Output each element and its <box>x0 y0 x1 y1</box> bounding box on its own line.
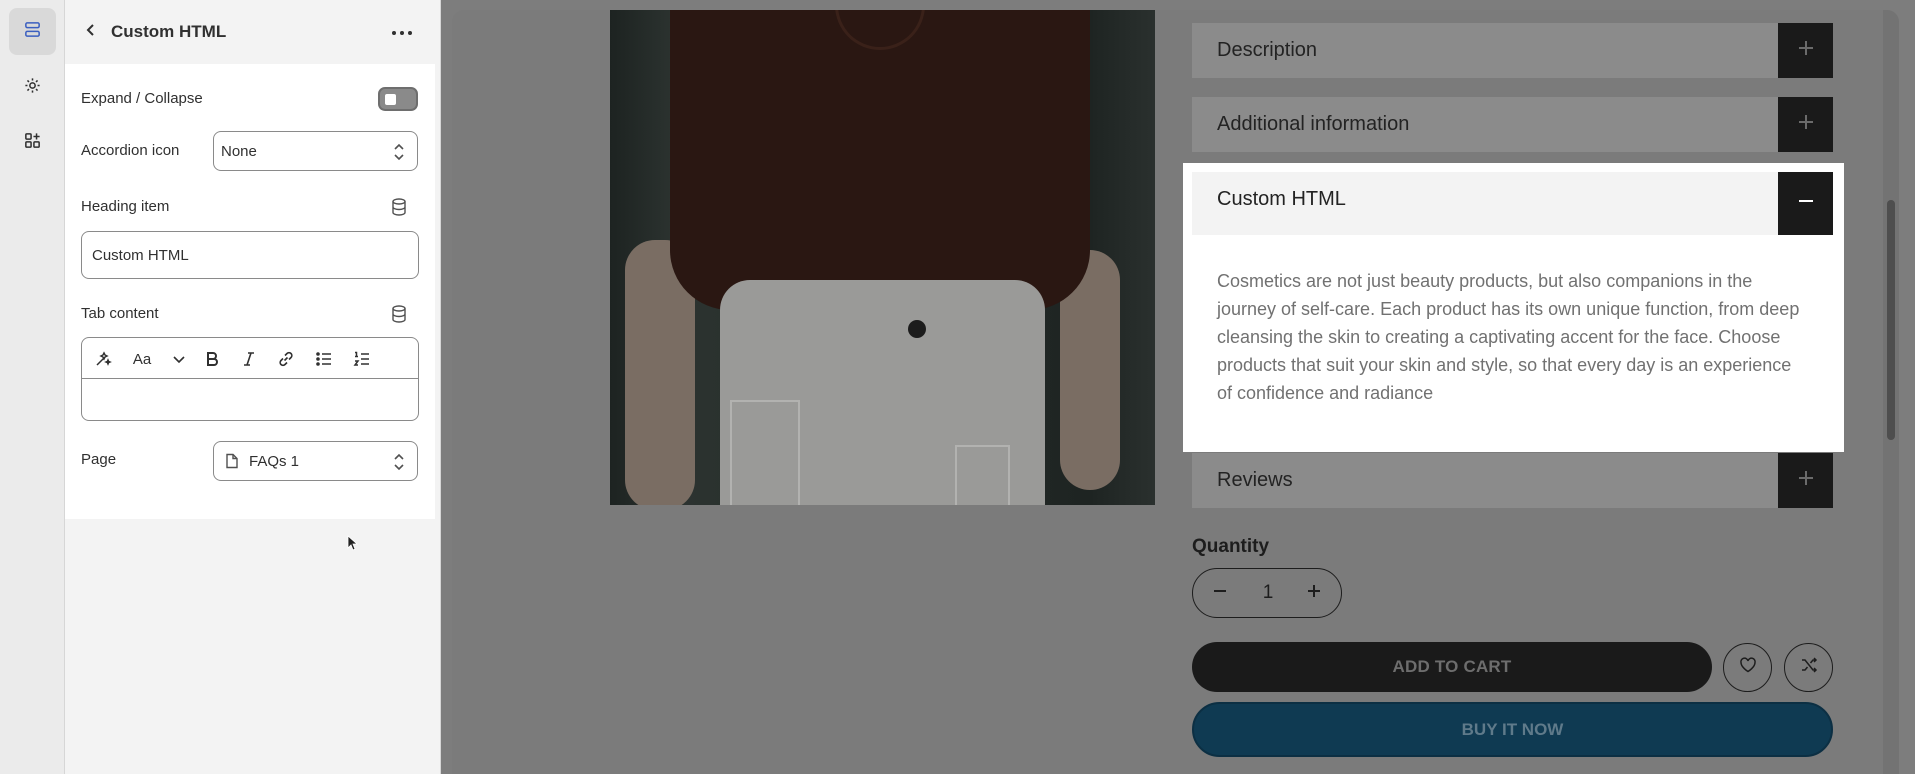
accordion-additional-information[interactable]: Additional information <box>1192 97 1833 152</box>
more-horizontal-icon <box>391 23 413 41</box>
compare-button[interactable] <box>1784 643 1833 692</box>
dynamic-source-icon[interactable] <box>391 305 407 323</box>
font-size-button[interactable]: Aa <box>130 348 154 370</box>
heading-item-input[interactable] <box>81 231 419 279</box>
apps-rail-button[interactable] <box>9 119 56 166</box>
panel-title: Custom HTML <box>111 22 227 41</box>
scrollbar-thumb[interactable] <box>1887 200 1895 440</box>
gear-icon <box>23 76 42 100</box>
numbered-list-icon[interactable] <box>351 348 373 370</box>
settings-rail-button[interactable] <box>9 64 56 111</box>
quantity-stepper: 1 <box>1192 568 1342 618</box>
link-icon[interactable] <box>275 348 297 370</box>
tab-content-label: Tab content <box>81 305 159 322</box>
page-value: FAQs 1 <box>249 452 300 470</box>
sections-rail-button[interactable] <box>9 8 56 55</box>
dynamic-source-icon[interactable] <box>391 198 407 216</box>
quantity-value[interactable]: 1 <box>1253 582 1283 604</box>
editor-toolbar: Aa <box>82 338 418 379</box>
add-to-cart-button[interactable]: ADD TO CART <box>1192 642 1712 692</box>
heart-icon <box>1739 656 1757 679</box>
accordion-title: Custom HTML <box>1217 188 1346 210</box>
collapse-button[interactable] <box>1778 172 1833 235</box>
magic-icon[interactable] <box>92 348 114 370</box>
heading-item-label: Heading item <box>81 198 170 215</box>
accordion-icon-label: Accordion icon <box>81 142 180 159</box>
block-settings-card: Expand / Collapse Accordion icon None He… <box>65 64 435 519</box>
apps-icon <box>23 131 42 155</box>
plus-icon <box>1797 39 1815 62</box>
shuffle-icon <box>1800 656 1818 679</box>
sections-icon <box>23 20 42 44</box>
italic-icon[interactable] <box>238 348 260 370</box>
select-chevron-icon <box>393 452 405 472</box>
preview-scrollbar[interactable] <box>1883 10 1899 774</box>
accordion-description[interactable]: Description <box>1192 23 1833 78</box>
rich-text-editor: Aa <box>81 337 419 421</box>
bullet-list-icon[interactable] <box>313 348 335 370</box>
expand-button[interactable] <box>1778 23 1833 78</box>
page-label: Page <box>81 451 117 468</box>
accordion-icon-select[interactable]: None <box>213 131 418 171</box>
chevron-left-icon <box>84 23 98 42</box>
panel-header: Custom HTML <box>65 0 441 64</box>
more-options-button[interactable] <box>389 20 415 44</box>
expand-button[interactable] <box>1778 97 1833 152</box>
accordion-title: Additional information <box>1217 113 1410 135</box>
accordion-body-text: Cosmetics are not just beauty products, … <box>1217 271 1800 403</box>
expand-button[interactable] <box>1778 453 1833 508</box>
accordion-reviews[interactable]: Reviews <box>1192 453 1833 508</box>
plus-icon <box>1797 113 1815 136</box>
accordion-custom-html: Custom HTML Cosmetics are not just beaut… <box>1183 163 1844 452</box>
storefront-preview: Description Additional information Custo… <box>452 10 1899 774</box>
file-icon <box>225 453 239 469</box>
select-chevron-icon <box>393 142 405 162</box>
mouse-cursor-icon <box>347 535 359 551</box>
minus-icon <box>1212 583 1228 604</box>
buy-now-button[interactable]: BUY IT NOW <box>1192 702 1833 757</box>
expand-collapse-toggle[interactable] <box>378 87 418 111</box>
plus-icon <box>1797 469 1815 492</box>
accordion-icon-value: None <box>221 142 257 160</box>
plus-icon <box>1306 583 1322 604</box>
chevron-down-icon[interactable] <box>168 348 190 370</box>
quantity-label: Quantity <box>1192 536 1270 557</box>
expand-collapse-label: Expand / Collapse <box>81 90 203 107</box>
decrease-quantity-button[interactable] <box>1208 581 1232 605</box>
settings-panel: Custom HTML Expand / Collapse Accordion … <box>65 0 441 774</box>
page-select[interactable]: FAQs 1 <box>213 441 418 481</box>
left-rail <box>0 0 65 774</box>
accordion-header[interactable]: Custom HTML <box>1192 172 1833 235</box>
increase-quantity-button[interactable] <box>1302 581 1326 605</box>
bold-icon[interactable] <box>201 348 223 370</box>
minus-icon <box>1797 192 1815 215</box>
back-button[interactable] <box>79 20 103 44</box>
accordion-title: Description <box>1217 39 1318 61</box>
wishlist-button[interactable] <box>1723 643 1772 692</box>
product-image <box>610 10 1155 505</box>
accordion-title: Reviews <box>1217 469 1293 491</box>
